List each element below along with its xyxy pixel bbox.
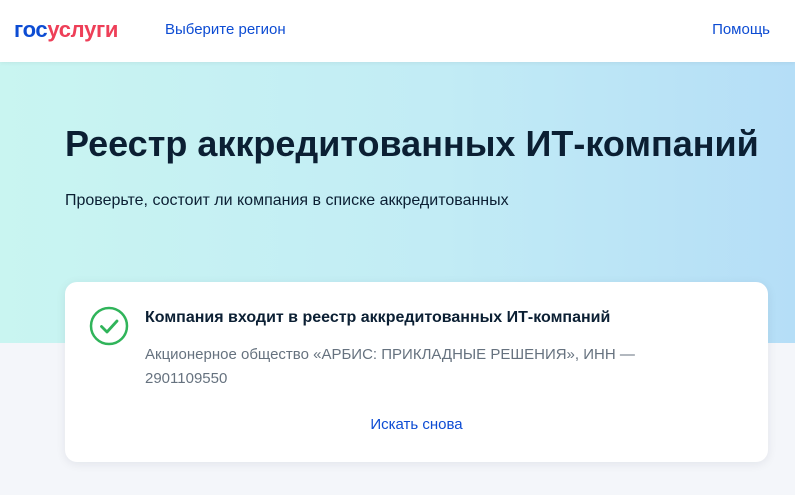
company-details: Акционерное общество «АРБИС: ПРИКЛАДНЫЕ … (145, 346, 635, 387)
search-again-link[interactable]: Искать снова (65, 415, 768, 435)
help-link[interactable]: Помощь (712, 20, 770, 40)
result-title: Компания входит в реестр аккредитованных… (145, 309, 611, 326)
logo-part-uslugi: услуги (47, 17, 119, 42)
page-subtitle: Проверьте, состоит ли компания в списке … (65, 192, 509, 209)
check-circle-icon (89, 306, 129, 346)
site-header: госуслуги Выберите регион Помощь (0, 0, 795, 62)
page-title: Реестр аккредитованных ИТ-компаний (65, 123, 759, 164)
gosuslugi-logo[interactable]: госуслуги (14, 17, 118, 43)
result-card: Компания входит в реестр аккредитованных… (65, 282, 768, 462)
logo-part-gos: гос (14, 17, 48, 42)
select-region-link[interactable]: Выберите регион (165, 20, 286, 40)
